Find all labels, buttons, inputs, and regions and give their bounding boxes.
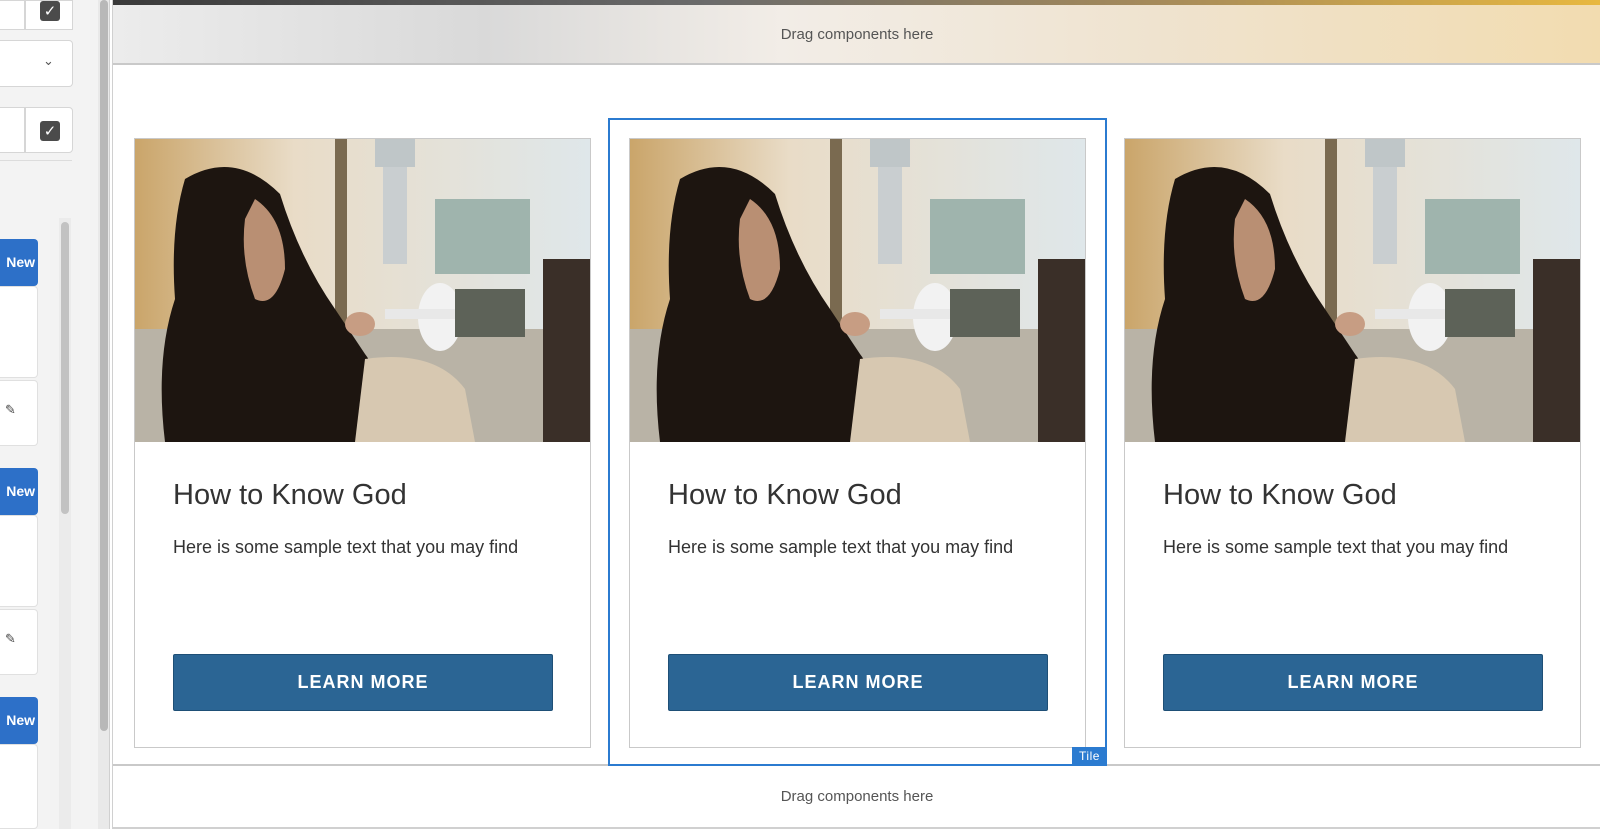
list-item[interactable] xyxy=(0,744,38,829)
editor-canvas: Drag components here How to Know God Her… xyxy=(112,0,1600,829)
checkbox-checked-icon[interactable]: ✓ xyxy=(40,1,60,21)
list-item[interactable] xyxy=(0,286,38,378)
tile-card[interactable]: How to Know God Here is some sample text… xyxy=(1124,138,1581,748)
list-item[interactable]: ✎ xyxy=(0,609,38,675)
checkbox-box[interactable]: ✓ xyxy=(25,107,73,153)
checkbox-checked-icon[interactable]: ✓ xyxy=(40,121,60,141)
checkbox-box[interactable]: ✓ xyxy=(25,0,73,30)
airport-photo-image xyxy=(630,139,1085,442)
learn-more-button[interactable]: LEARN MORE xyxy=(173,654,553,711)
pencil-icon[interactable]: ✎ xyxy=(5,632,16,647)
side-panel: ✓ ⌄ ✓ New ✎ New ✎ New xyxy=(0,0,98,829)
property-field[interactable] xyxy=(0,0,25,30)
new-button[interactable]: New xyxy=(0,468,38,515)
tile-title: How to Know God xyxy=(1163,479,1397,511)
airport-photo-image xyxy=(135,139,590,442)
tile-description: Here is some sample text that you may fi… xyxy=(173,537,519,557)
learn-more-button[interactable]: LEARN MORE xyxy=(1163,654,1543,711)
airport-photo-image xyxy=(1125,139,1580,442)
tile-card[interactable]: How to Know God Here is some sample text… xyxy=(629,138,1086,748)
panel-scrollbar-thumb[interactable] xyxy=(100,0,108,731)
tile-card[interactable]: How to Know God Here is some sample text… xyxy=(134,138,591,748)
property-field[interactable] xyxy=(0,107,25,153)
hero-image-edge xyxy=(113,0,1600,5)
dropdown-field[interactable]: ⌄ xyxy=(0,40,73,87)
new-button[interactable]: New xyxy=(0,697,38,744)
tile-description: Here is some sample text that you may fi… xyxy=(668,537,1014,557)
tile-title: How to Know God xyxy=(668,479,902,511)
list-item[interactable] xyxy=(0,515,38,607)
tile-image xyxy=(1125,139,1580,442)
list-scrollbar-thumb[interactable] xyxy=(61,222,69,514)
tile-title: How to Know God xyxy=(173,479,407,511)
drop-zone-label: Drag components here xyxy=(780,788,934,805)
selected-component-label[interactable]: Tile xyxy=(1072,747,1107,766)
tile-image xyxy=(135,139,590,442)
divider xyxy=(0,160,72,161)
pencil-icon[interactable]: ✎ xyxy=(5,403,16,418)
tile-description: Here is some sample text that you may fi… xyxy=(1163,537,1509,557)
drop-zone-top[interactable]: Drag components here xyxy=(113,0,1600,65)
new-button[interactable]: New xyxy=(0,239,38,286)
learn-more-button[interactable]: LEARN MORE xyxy=(668,654,1048,711)
tile-image xyxy=(630,139,1085,442)
drop-zone-label: Drag components here xyxy=(780,26,934,43)
list-item[interactable]: ✎ xyxy=(0,380,38,446)
drop-zone-bottom[interactable]: Drag components here xyxy=(113,764,1600,829)
chevron-down-icon[interactable]: ⌄ xyxy=(43,54,54,69)
